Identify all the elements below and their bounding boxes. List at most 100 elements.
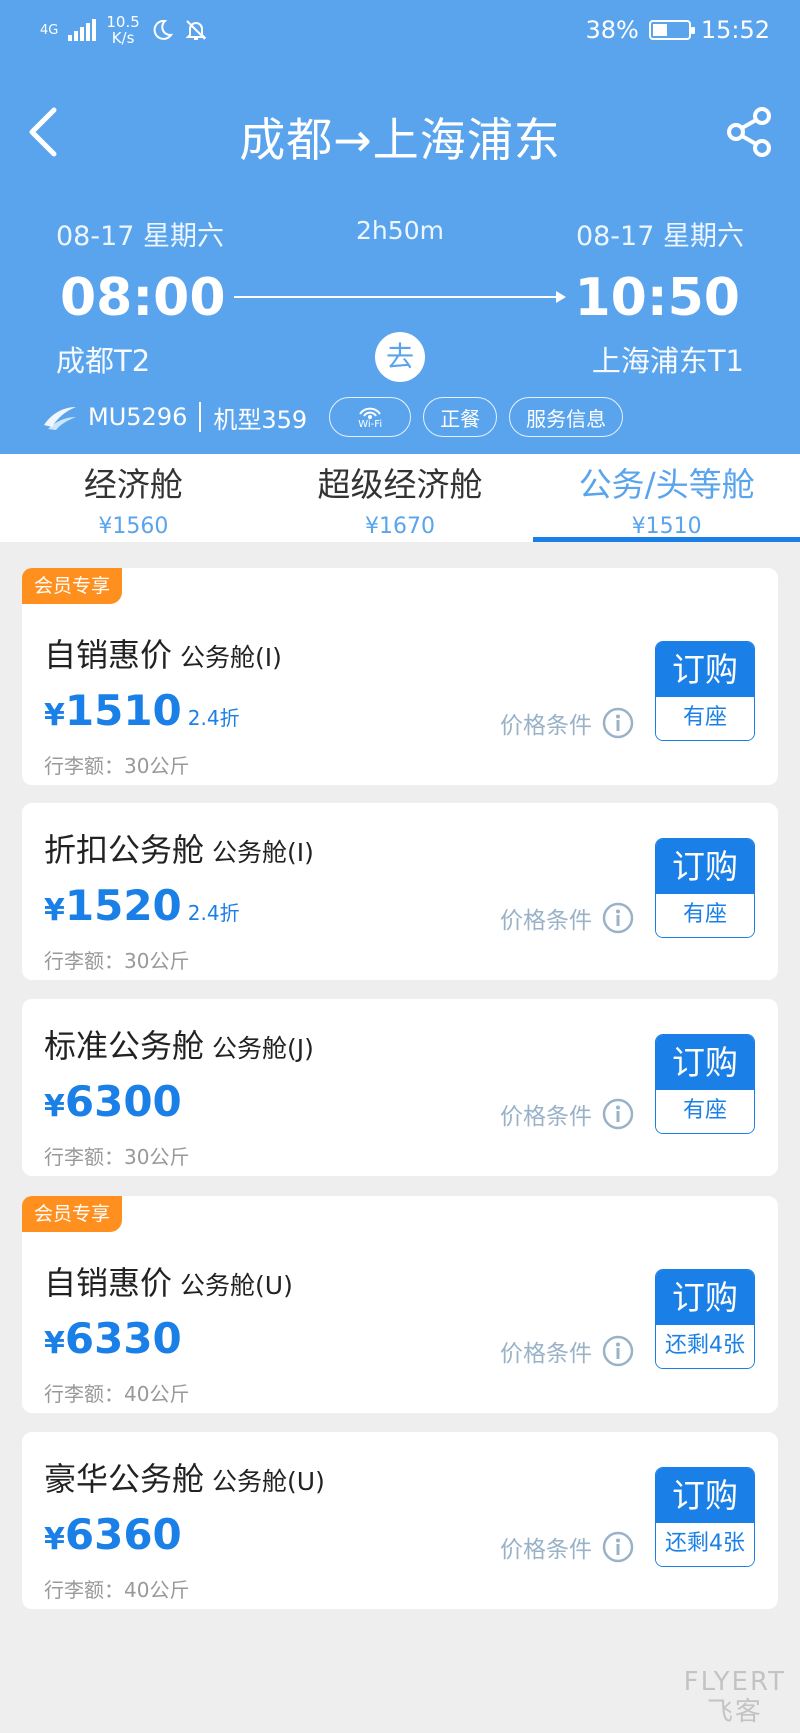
- clock: 15:52: [700, 16, 770, 44]
- cabin-class: 公务舱(I): [180, 643, 282, 672]
- battery-fill: [652, 24, 668, 36]
- info-icon: [602, 707, 634, 739]
- price-value: 1510: [64, 686, 182, 735]
- arrival-time: 10:50: [574, 268, 740, 328]
- watermark-line1: FLYERT: [683, 1667, 786, 1697]
- airline-logo-icon: [44, 407, 76, 430]
- currency-symbol: ¥: [44, 698, 65, 733]
- conditions-label: 价格条件: [500, 1104, 592, 1130]
- fare-title: 豪华公务舱 公务舱(U): [44, 1454, 325, 1500]
- conditions-label: 价格条件: [500, 908, 592, 934]
- info-icon: [602, 1098, 634, 1130]
- seat-availability: 还剩4张: [656, 1523, 754, 1566]
- book-button[interactable]: 订购 有座: [655, 1034, 755, 1134]
- moon-icon: [153, 19, 173, 40]
- conditions-label: 价格条件: [500, 713, 592, 739]
- service-info-chip[interactable]: 服务信息: [509, 397, 624, 437]
- departure-airport: 成都T2: [56, 344, 151, 378]
- mute-bell-icon: [185, 20, 207, 40]
- aircraft-type: 机型359: [213, 405, 308, 434]
- network-label: 4G: [40, 22, 59, 38]
- fare-name: 自销惠价: [44, 1264, 173, 1302]
- flight-header: 4G 10.5 K/s 38% 15:52 成都→上海浦东 08-17 星期六 …: [0, 0, 800, 454]
- fare-name: 折扣公务舱: [44, 831, 205, 869]
- arrival-airport: 上海浦东T1: [591, 344, 744, 378]
- currency-symbol: ¥: [44, 893, 65, 928]
- book-button[interactable]: 订购 还剩4张: [655, 1467, 755, 1567]
- info-icon: [602, 1335, 634, 1367]
- discount-label: 2.4折: [187, 901, 240, 925]
- price-value: 6330: [64, 1314, 182, 1363]
- fare-price: ¥1520 2.4折: [44, 881, 240, 930]
- wifi-chip[interactable]: Wi-Fi: [329, 397, 412, 437]
- info-icon: [602, 1531, 634, 1563]
- fare-title: 标准公务舱 公务舱(J): [44, 1021, 314, 1067]
- fare-price: ¥1510 2.4折: [44, 686, 240, 735]
- price-conditions-link[interactable]: 价格条件: [500, 1334, 634, 1368]
- discount-label: 2.4折: [187, 706, 240, 730]
- price-conditions-link[interactable]: 价格条件: [500, 1530, 634, 1564]
- fare-name: 标准公务舱: [44, 1027, 205, 1065]
- fare-price: ¥6330: [44, 1314, 182, 1363]
- fare-card: 会员专享 自销惠价 公务舱(U) ¥6330 行李额：40公斤 价格条件 订购 还剩…: [22, 1196, 778, 1413]
- price-value: 1520: [64, 881, 182, 930]
- price-conditions-link[interactable]: 价格条件: [500, 1097, 634, 1131]
- book-label: 订购: [656, 642, 754, 697]
- fare-title: 自销惠价 公务舱(U): [44, 1258, 293, 1304]
- tab-premium-economy[interactable]: 超级经济舱 ¥1670: [267, 454, 534, 542]
- baggage-allowance: 行李额：30公斤: [44, 754, 190, 778]
- fare-name: 自销惠价: [44, 636, 173, 674]
- info-icon: [602, 902, 634, 934]
- seat-availability: 有座: [656, 1090, 754, 1133]
- book-button[interactable]: 订购 还剩4张: [655, 1269, 755, 1369]
- direction-badge: 去: [375, 332, 425, 382]
- share-icon[interactable]: [722, 104, 778, 160]
- tab-label: 经济舱: [83, 465, 183, 504]
- fare-card: 豪华公务舱 公务舱(U) ¥6360 行李额：40公斤 价格条件 订购 还剩4张: [22, 1432, 778, 1609]
- currency-symbol: ¥: [44, 1522, 65, 1557]
- fare-name: 豪华公务舱: [44, 1460, 205, 1498]
- price-conditions-link[interactable]: 价格条件: [500, 901, 634, 935]
- fare-card: 折扣公务舱 公务舱(I) ¥1520 2.4折 行李额：30公斤 价格条件 订购 有座: [22, 803, 778, 980]
- departure-time: 08:00: [60, 268, 226, 328]
- seat-availability: 还剩4张: [656, 1325, 754, 1368]
- conditions-label: 价格条件: [500, 1341, 592, 1367]
- fare-price: ¥6360: [44, 1510, 182, 1559]
- baggage-allowance: 行李额：30公斤: [44, 949, 190, 973]
- cabin-class: 公务舱(J): [212, 1034, 314, 1063]
- wifi-icon: Wi-Fi: [356, 404, 384, 430]
- cabin-class: 公务舱(U): [180, 1271, 293, 1300]
- tab-economy[interactable]: 经济舱 ¥1560: [0, 454, 267, 542]
- book-label: 订购: [656, 839, 754, 894]
- baggage-allowance: 行李额：40公斤: [44, 1578, 190, 1602]
- tab-label: 公务/头等舱: [578, 465, 755, 504]
- book-button[interactable]: 订购 有座: [655, 641, 755, 741]
- tab-business-first[interactable]: 公务/头等舱 ¥1510: [533, 454, 800, 542]
- watermark-line2: 飞客: [706, 1697, 763, 1727]
- book-label: 订购: [656, 1035, 754, 1090]
- wifi-label: Wi-Fi: [358, 419, 383, 430]
- book-label: 订购: [656, 1468, 754, 1523]
- flight-info-row: MU5296 机型359 Wi-Fi 正餐 服务信息: [42, 396, 624, 438]
- network-speed: 10.5 K/s: [106, 14, 139, 46]
- tab-price: ¥1670: [365, 514, 435, 539]
- divider: [199, 402, 202, 432]
- meal-chip[interactable]: 正餐: [423, 397, 498, 437]
- status-bar: 4G 10.5 K/s 38% 15:52: [0, 10, 800, 50]
- tab-price: ¥1510: [631, 514, 702, 539]
- battery-icon: [648, 20, 695, 40]
- watermark-logo: FLYERT 飞客: [684, 1667, 786, 1727]
- price-value: 6300: [64, 1077, 182, 1126]
- fare-card: 会员专享 自销惠价 公务舱(I) ¥1510 2.4折 行李额：30公斤 价格条件 …: [22, 568, 778, 785]
- price-value: 6360: [64, 1510, 182, 1559]
- fare-title: 折扣公务舱 公务舱(I): [44, 825, 314, 871]
- conditions-label: 价格条件: [500, 1537, 592, 1563]
- signal-icon: [68, 19, 97, 41]
- battery-percent: 38%: [585, 16, 639, 44]
- price-conditions-link[interactable]: 价格条件: [500, 706, 634, 740]
- cabin-tabs: 经济舱 ¥1560 超级经济舱 ¥1670 公务/头等舱 ¥1510: [0, 454, 800, 542]
- seat-availability: 有座: [656, 697, 754, 740]
- page-title: 成都→上海浦东: [239, 113, 561, 167]
- book-button[interactable]: 订购 有座: [655, 838, 755, 938]
- cabin-class: 公务舱(U): [212, 1467, 325, 1496]
